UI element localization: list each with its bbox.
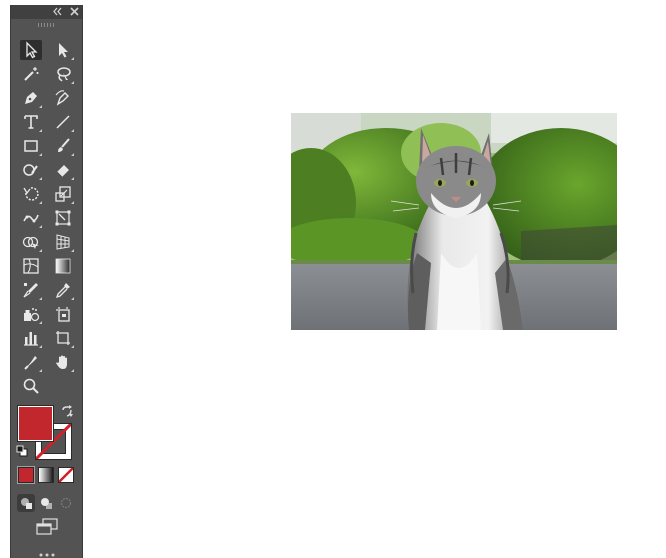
type-tool[interactable] <box>20 112 42 132</box>
draw-normal-button[interactable] <box>17 494 35 512</box>
panel-header <box>11 5 82 19</box>
eraser-icon <box>56 165 69 178</box>
eyedropper-tool[interactable] <box>52 280 74 300</box>
arrow-icon <box>26 41 38 59</box>
gradient-tool[interactable] <box>52 256 74 276</box>
column-graph-tool[interactable] <box>20 328 42 348</box>
gradient-icon <box>55 258 71 274</box>
symbol-sprayer-tool[interactable] <box>20 304 42 324</box>
selection-tool[interactable] <box>20 40 42 60</box>
lasso-tool[interactable] <box>52 64 74 84</box>
blend-tool[interactable] <box>20 280 42 300</box>
perspective-grid-icon <box>56 234 70 250</box>
draw-behind-icon <box>41 498 52 509</box>
type-icon <box>24 115 38 129</box>
fill-color-swatch[interactable] <box>18 406 53 441</box>
draw-inside-button[interactable] <box>57 494 75 512</box>
knife-icon <box>24 356 37 370</box>
eraser-tool[interactable] <box>52 160 74 180</box>
line-segment-tool[interactable] <box>52 112 74 132</box>
line-icon <box>56 115 70 129</box>
shaper-icon <box>23 164 38 176</box>
rotate-icon <box>23 187 39 201</box>
direct-arrow-icon <box>59 43 68 58</box>
mesh-icon <box>23 258 39 274</box>
close-icon[interactable] <box>69 6 80 17</box>
curvature-pen-icon <box>55 90 69 106</box>
hand-tool[interactable] <box>52 352 74 372</box>
scale-tool[interactable] <box>52 184 74 204</box>
brush-icon <box>58 138 70 152</box>
free-transform-tool[interactable] <box>52 208 74 228</box>
curvature-tool[interactable] <box>52 88 74 108</box>
artboard-icon <box>56 307 70 322</box>
blend-icon <box>23 283 38 298</box>
direct-selection-tool[interactable] <box>52 40 74 60</box>
cat-photo-image <box>291 113 617 330</box>
rotate-tool[interactable] <box>20 184 42 204</box>
paintbrush-tool[interactable] <box>52 136 74 156</box>
panel-grip[interactable] <box>38 23 56 27</box>
pen-tool[interactable] <box>20 88 42 108</box>
mesh-tool[interactable] <box>20 256 42 276</box>
shaper-tool[interactable] <box>20 160 42 180</box>
magic-wand-icon <box>24 67 39 81</box>
rectangle-tool[interactable] <box>20 136 42 156</box>
swap-fill-stroke-icon[interactable] <box>60 405 74 419</box>
default-colors-icon[interactable] <box>16 445 28 457</box>
zoom-icon <box>23 378 39 394</box>
shape-builder-icon <box>22 236 39 249</box>
scale-icon <box>55 186 71 202</box>
collapse-icon[interactable] <box>52 6 63 17</box>
perspective-grid-tool[interactable] <box>52 232 74 252</box>
placed-photo-cat[interactable] <box>291 113 617 330</box>
none-mode-button[interactable] <box>58 467 74 483</box>
gradient-mode-button[interactable] <box>38 467 54 483</box>
more-tools-icon[interactable] <box>37 553 57 557</box>
free-transform-icon <box>55 210 71 226</box>
knife-tool[interactable] <box>20 352 42 372</box>
color-mode-button[interactable] <box>17 466 35 484</box>
puppet-warp-icon <box>23 214 39 223</box>
eyedropper-icon <box>55 283 70 299</box>
symbol-sprayer-icon <box>24 308 40 322</box>
rectangle-icon <box>24 140 38 152</box>
column-graph-icon <box>24 332 38 346</box>
slice-tool[interactable] <box>52 328 74 348</box>
draw-behind-button[interactable] <box>37 494 55 512</box>
screen-mode-icon[interactable] <box>35 518 59 536</box>
hand-icon <box>56 355 67 369</box>
magic-wand-tool[interactable] <box>20 64 42 84</box>
pen-icon <box>25 92 37 104</box>
puppet-warp-tool[interactable] <box>20 208 42 228</box>
tools-panel <box>10 5 83 558</box>
shape-builder-tool[interactable] <box>20 232 42 252</box>
lasso-icon <box>57 67 71 82</box>
draw-inside-icon <box>60 497 72 509</box>
slice-icon <box>56 331 70 345</box>
zoom-tool[interactable] <box>20 376 42 396</box>
none-icon <box>59 468 73 482</box>
draw-normal-icon <box>21 498 32 509</box>
artboard-tool[interactable] <box>52 304 74 324</box>
